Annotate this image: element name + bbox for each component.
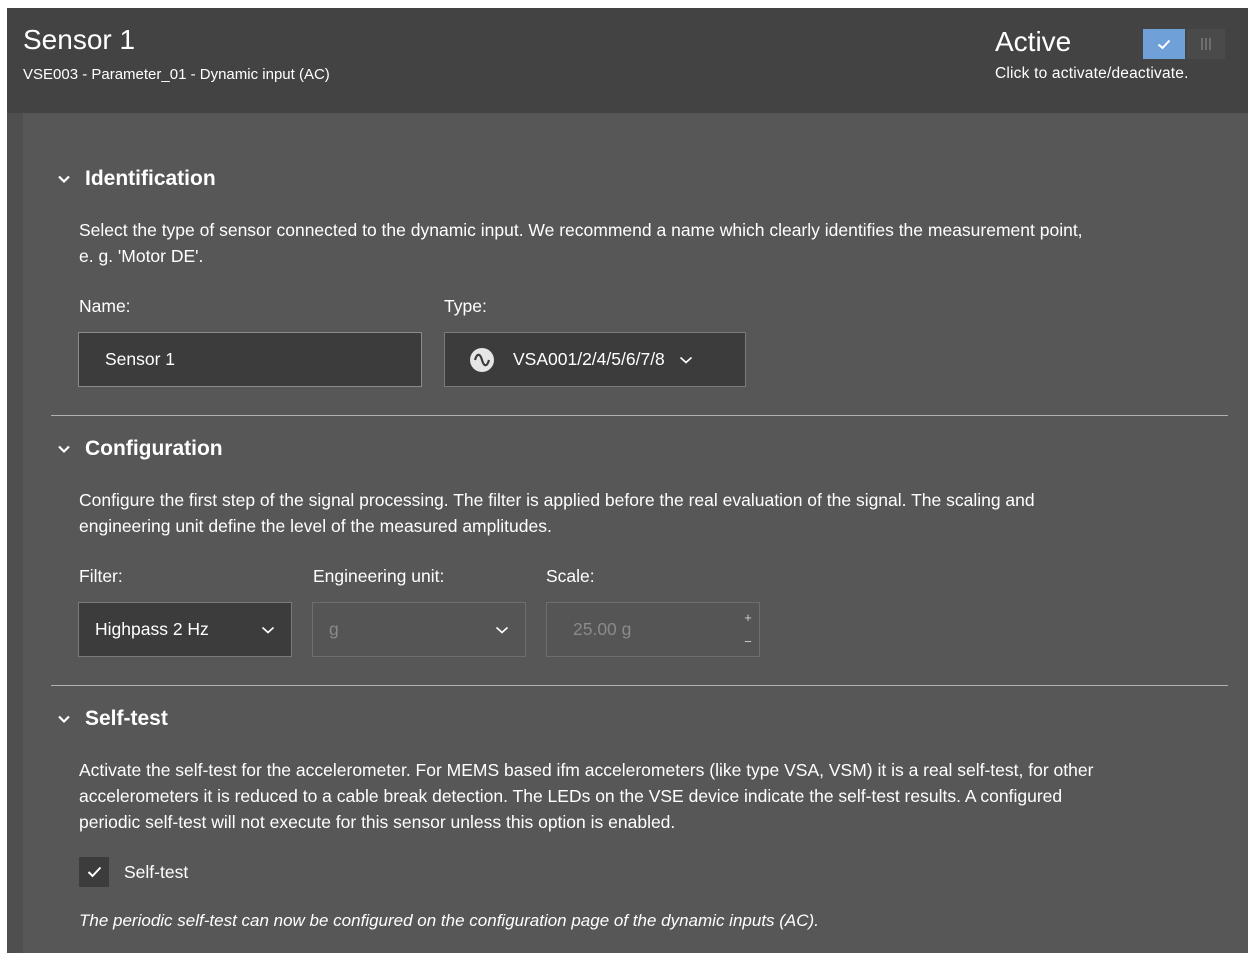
scale-value: 25.00 g <box>573 619 632 639</box>
section-divider <box>51 415 1228 416</box>
section-divider <box>51 685 1228 686</box>
chevron-down-icon <box>261 626 275 634</box>
active-label: Active <box>995 26 1072 57</box>
selftest-checkbox[interactable] <box>79 857 109 887</box>
configuration-description: Configure the first step of the signal p… <box>79 487 1035 539</box>
description-line: Configure the first step of the signal p… <box>79 490 1035 510</box>
filter-select[interactable]: Highpass 2 Hz <box>78 602 292 657</box>
engineering-unit-label: Engineering unit: <box>313 566 445 586</box>
sensor-panel: Sensor 1 VSE003 - Parameter_01 - Dynamic… <box>7 8 1248 953</box>
active-toggle[interactable] <box>1143 28 1228 60</box>
description-line: Select the type of sensor connected to t… <box>79 220 1083 240</box>
increment-button[interactable]: + <box>744 611 752 624</box>
ac-wave-icon <box>470 347 494 372</box>
type-label: Type: <box>444 296 487 316</box>
engineering-unit-value: g <box>329 619 339 639</box>
sensor-type-select[interactable]: VSA001/2/4/5/6/7/8 <box>444 332 746 387</box>
selftest-header[interactable]: Self-test <box>57 707 168 731</box>
panel-content: Identification Select the type of sensor… <box>23 113 1248 953</box>
sensor-name-value: Sensor 1 <box>105 349 176 369</box>
toggle-on-segment[interactable] <box>1143 29 1185 59</box>
scale-input[interactable]: 25.00 g + − <box>546 602 760 657</box>
off-bars-icon <box>1201 38 1211 50</box>
chevron-down-icon <box>58 175 70 184</box>
description-line: engineering unit define the level of the… <box>79 516 552 536</box>
identification-description: Select the type of sensor connected to t… <box>79 217 1083 269</box>
selftest-description: Activate the self-test for the accelerom… <box>79 757 1093 835</box>
sensor-title: Sensor 1 <box>23 24 136 55</box>
selftest-checkbox-label[interactable]: Self-test <box>124 862 188 883</box>
scale-label: Scale: <box>546 566 595 586</box>
description-line: Activate the self-test for the accelerom… <box>79 760 1094 780</box>
description-line: periodic self-test will not execute for … <box>79 812 676 832</box>
sensor-subtitle: VSE003 - Parameter_01 - Dynamic input (A… <box>23 66 330 83</box>
toggle-off-segment[interactable] <box>1187 29 1225 59</box>
decrement-button[interactable]: − <box>744 635 752 648</box>
chevron-down-icon <box>58 445 70 454</box>
chevron-down-icon <box>495 626 509 634</box>
check-icon <box>87 866 101 878</box>
left-gutter <box>7 113 23 953</box>
panel-header: Sensor 1 VSE003 - Parameter_01 - Dynamic… <box>7 8 1248 113</box>
chevron-down-icon <box>58 715 70 724</box>
chevron-down-icon <box>679 356 692 364</box>
filter-label: Filter: <box>79 566 123 586</box>
sensor-type-value: VSA001/2/4/5/6/7/8 <box>513 349 665 369</box>
active-hint: Click to activate/deactivate. <box>995 65 1189 82</box>
identification-title: Identification <box>85 167 216 190</box>
filter-value: Highpass 2 Hz <box>95 619 209 639</box>
engineering-unit-select[interactable]: g <box>312 602 526 657</box>
name-label: Name: <box>79 296 131 316</box>
description-line: e. g. 'Motor DE'. <box>79 246 204 266</box>
sensor-name-input[interactable]: Sensor 1 <box>78 332 422 387</box>
scale-spinner: + − <box>740 606 756 653</box>
description-line: accelerometers it is reduced to a cable … <box>79 786 1063 806</box>
configuration-title: Configuration <box>85 437 223 460</box>
selftest-note: The periodic self-test can now be config… <box>79 911 819 930</box>
selftest-title: Self-test <box>85 707 168 730</box>
identification-header[interactable]: Identification <box>57 167 216 191</box>
check-icon <box>1157 39 1171 49</box>
configuration-header[interactable]: Configuration <box>57 437 223 461</box>
